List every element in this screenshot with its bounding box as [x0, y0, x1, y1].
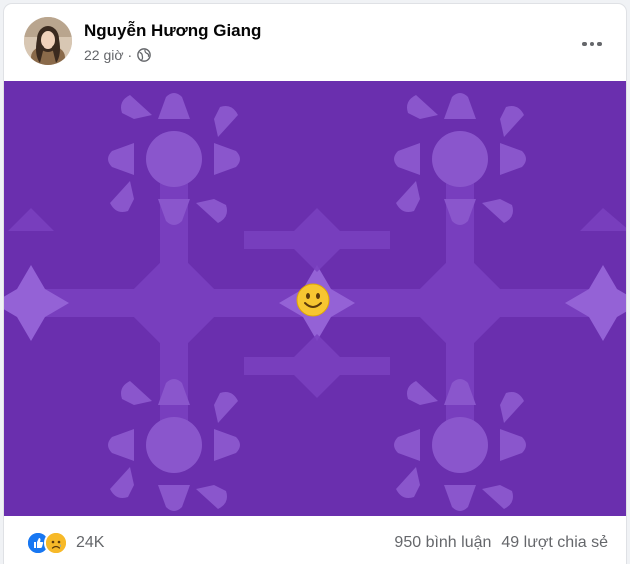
globe-icon[interactable]	[137, 48, 152, 62]
post-header: Nguyễn Hương Giang 22 giờ ·	[4, 4, 626, 81]
meta-separator: ·	[127, 47, 133, 63]
post-time[interactable]: 22 giờ	[84, 47, 124, 63]
author-name[interactable]: Nguyễn Hương Giang	[84, 21, 261, 41]
post-meta: 22 giờ ·	[84, 47, 152, 63]
post-footer: 24K 950 bình luận 49 lượt chia sẻ	[4, 516, 626, 564]
engagement-stats: 950 bình luận 49 lượt chia sẻ	[394, 534, 608, 552]
more-dot	[589, 41, 595, 47]
post-image[interactable]	[4, 81, 626, 516]
more-options-button[interactable]	[574, 26, 610, 62]
author-avatar[interactable]	[24, 17, 72, 65]
reactions-summary[interactable]: 24K	[26, 531, 104, 555]
smiley-face-icon	[296, 283, 330, 317]
more-dot	[597, 41, 602, 47]
post-card: Nguyễn Hương Giang 22 giờ · 24K 950 bình…	[4, 4, 626, 564]
more-dot	[582, 41, 587, 47]
reaction-count[interactable]: 24K	[76, 534, 104, 552]
sad-reaction-icon	[44, 531, 68, 555]
comments-count[interactable]: 950 bình luận	[394, 534, 491, 552]
shares-count[interactable]: 49 lượt chia sẻ	[501, 534, 608, 552]
